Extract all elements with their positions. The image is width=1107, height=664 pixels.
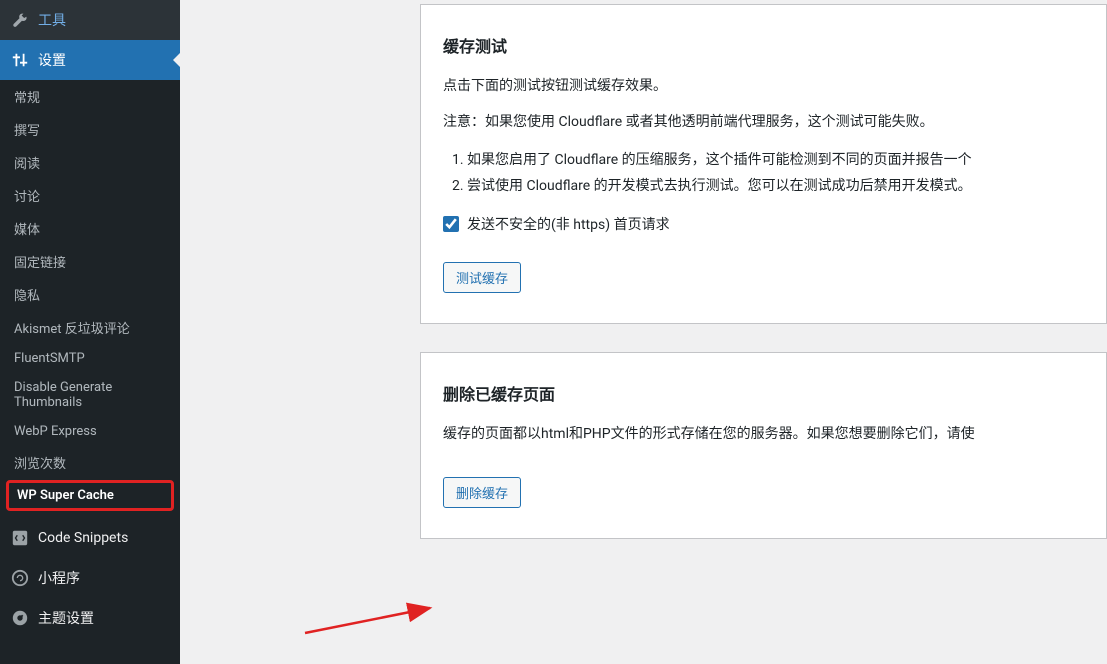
sidebar-sub-general[interactable]: 常规	[0, 80, 180, 113]
sidebar-label: Code Snippets	[38, 530, 128, 546]
sidebar-label: 设置	[38, 50, 66, 70]
list-item: 如果您启用了 Cloudflare 的压缩服务，这个插件可能检测到不同的页面并报…	[467, 147, 1084, 174]
sidebar-item-theme-settings[interactable]: 主题设置	[0, 598, 180, 638]
sidebar-item-settings[interactable]: 设置	[0, 40, 180, 80]
sidebar-sub-webp-express[interactable]: WebP Express	[0, 417, 180, 446]
sidebar-item-tools[interactable]: 工具	[0, 0, 180, 40]
sidebar-sub-privacy[interactable]: 隐私	[0, 278, 180, 311]
sidebar-sub-akismet[interactable]: Akismet 反垃圾评论	[0, 311, 180, 344]
delete-cache-button[interactable]: 删除缓存	[443, 477, 521, 508]
admin-sidebar: 工具 设置 常规 撰写 阅读 讨论 媒体 固定链接 隐私 Akismet 反垃圾…	[0, 0, 180, 664]
section-text: 注意：如果您使用 Cloudflare 或者其他透明前端代理服务，这个测试可能失…	[443, 111, 1084, 135]
gauge-icon	[10, 608, 30, 628]
section-text: 点击下面的测试按钮测试缓存效果。	[443, 75, 1084, 99]
sidebar-sub-disable-thumbnails[interactable]: Disable Generate Thumbnails	[0, 373, 180, 417]
sidebar-sub-media[interactable]: 媒体	[0, 212, 180, 245]
wrench-icon	[10, 10, 30, 30]
sidebar-label: 主题设置	[38, 608, 94, 628]
test-cache-button[interactable]: 测试缓存	[443, 262, 521, 293]
sidebar-label: 工具	[38, 10, 66, 30]
sliders-icon	[10, 50, 30, 70]
sidebar-sub-writing[interactable]: 撰写	[0, 113, 180, 146]
cache-test-section: 缓存测试 点击下面的测试按钮测试缓存效果。 注意：如果您使用 Cloudflar…	[420, 4, 1107, 324]
sidebar-sub-wp-super-cache[interactable]: WP Super Cache	[6, 480, 174, 511]
checkbox-label: 发送不安全的(非 https) 首页请求	[467, 214, 670, 234]
sidebar-sub-permalinks[interactable]: 固定链接	[0, 245, 180, 278]
sidebar-sub-fluentsmtp[interactable]: FluentSMTP	[0, 344, 180, 373]
delete-cache-section: 删除已缓存页面 缓存的页面都以html和PHP文件的形式存储在您的服务器。如果您…	[420, 352, 1107, 539]
section-title: 缓存测试	[443, 33, 1084, 57]
section-text: 缓存的页面都以html和PHP文件的形式存储在您的服务器。如果您想要删除它们，请…	[443, 423, 1084, 447]
main-content: 缓存测试 点击下面的测试按钮测试缓存效果。 注意：如果您使用 Cloudflar…	[180, 0, 1107, 664]
list-item: 尝试使用 Cloudflare 的开发模式去执行测试。您可以在测试成功后禁用开发…	[467, 173, 1084, 200]
link-icon	[10, 568, 30, 588]
sidebar-item-code-snippets[interactable]: Code Snippets	[0, 518, 180, 558]
code-icon	[10, 528, 30, 548]
insecure-request-checkbox-row[interactable]: 发送不安全的(非 https) 首页请求	[443, 214, 1084, 234]
sidebar-sub-reading[interactable]: 阅读	[0, 146, 180, 179]
section-list: 如果您启用了 Cloudflare 的压缩服务，这个插件可能检测到不同的页面并报…	[467, 147, 1084, 200]
sidebar-item-miniprogram[interactable]: 小程序	[0, 558, 180, 598]
sidebar-sub-views[interactable]: 浏览次数	[0, 446, 180, 479]
insecure-request-checkbox[interactable]	[443, 216, 459, 232]
sidebar-sub-discussion[interactable]: 讨论	[0, 179, 180, 212]
sidebar-label: 小程序	[38, 568, 80, 588]
section-title: 删除已缓存页面	[443, 381, 1084, 405]
